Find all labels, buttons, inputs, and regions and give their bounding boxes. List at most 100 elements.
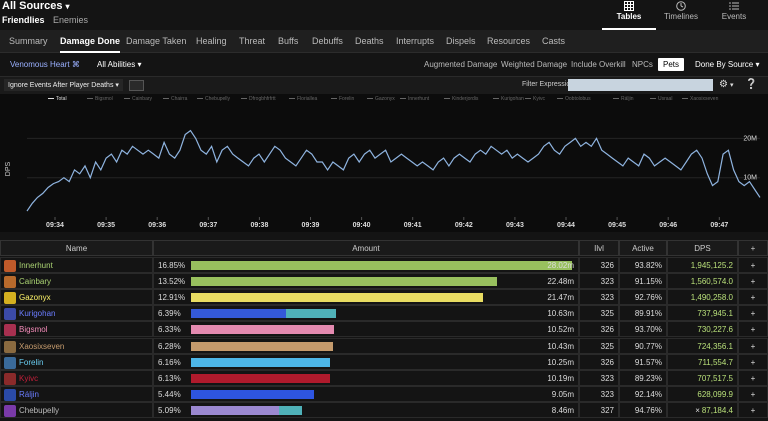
legend-item[interactable]: Ráljin [613, 96, 634, 102]
player-name[interactable]: Forelin [19, 355, 43, 370]
table-row[interactable]: Forelin 6.16% 10.25m 326 91.57% 711,554.7 + [0, 353, 768, 370]
legend-item[interactable]: Gazonyx [367, 96, 395, 102]
legend-item[interactable]: Oobtolobus [557, 96, 591, 102]
expand-button[interactable]: + [738, 385, 768, 402]
legend-item[interactable]: Xaosixseven [682, 96, 718, 102]
table-row[interactable]: Kyivc 6.13% 10.19m 323 89.23% 707,517.5 + [0, 369, 768, 386]
name-cell[interactable]: Cainbary [0, 273, 153, 290]
legend-item[interactable]: Kinderjordis [444, 96, 478, 102]
events-view-button[interactable]: Events [707, 0, 761, 30]
legend-item[interactable]: Cainbary [124, 96, 152, 102]
tab-damage-taken[interactable]: Damage Taken [126, 30, 186, 53]
timelines-view-button[interactable]: Timelines [654, 0, 708, 30]
include-overkill-toggle[interactable]: Include Overkill [571, 60, 626, 69]
source-title[interactable]: All Sources [2, 0, 63, 12]
active-cell: 92.14% [619, 385, 667, 402]
legend-item[interactable]: Usraal [650, 96, 672, 102]
table-row[interactable]: Xaosixseven 6.28% 10.43m 325 90.77% 724,356.1… [0, 337, 768, 354]
source-selector[interactable]: All Sources ▾ [2, 0, 70, 12]
name-cell[interactable]: Forelin [0, 353, 153, 370]
table-row[interactable]: Kurigohan 6.39% 10.63m 325 89.91% 737,945.1 + [0, 305, 768, 322]
col-amount-header[interactable]: Amount [153, 240, 579, 256]
tab-resources[interactable]: Resources [487, 30, 530, 53]
tab-casts[interactable]: Casts [542, 30, 565, 53]
legend-item[interactable]: Innerhunt [400, 96, 429, 102]
col-plus-header[interactable]: + [738, 240, 768, 256]
player-name[interactable]: Innerhunt [19, 258, 53, 273]
expand-button[interactable]: + [738, 305, 768, 322]
ilvl-cell: 326 [579, 321, 619, 338]
player-name[interactable]: Bigsmol [19, 322, 47, 337]
col-dps-header[interactable]: DPS [667, 240, 738, 256]
toggle-box[interactable] [129, 80, 144, 91]
tab-damage-done[interactable]: Damage Done [60, 30, 121, 53]
player-name[interactable]: Ráljin [19, 387, 39, 402]
name-cell[interactable]: Kyivc [0, 369, 153, 386]
tab-healing[interactable]: Healing [196, 30, 227, 53]
expand-button[interactable]: + [738, 289, 768, 306]
col-name-header[interactable]: Name [0, 240, 153, 256]
gear-icon[interactable]: ⚙ [719, 79, 728, 90]
name-cell[interactable]: Innerhunt [0, 257, 153, 273]
expand-button[interactable]: + [738, 401, 768, 418]
friendlies-link[interactable]: Friendlies [2, 15, 45, 25]
name-cell[interactable]: Xaosixseven [0, 337, 153, 354]
player-name[interactable]: Kyivc [19, 371, 38, 386]
legend-item[interactable]: Floriallea [289, 96, 317, 102]
name-cell[interactable]: Ráljin [0, 385, 153, 402]
expand-button[interactable]: + [738, 353, 768, 370]
player-name[interactable]: Chebupelly [19, 403, 59, 418]
name-cell[interactable]: Chebupelly [0, 401, 153, 418]
expand-button[interactable]: + [738, 321, 768, 338]
table-row[interactable]: Bigsmol 6.33% 10.52m 326 93.70% 730,227.6 + [0, 321, 768, 338]
pets-toggle[interactable]: Pets [658, 58, 685, 71]
player-name[interactable]: Xaosixseven [19, 339, 64, 354]
name-cell[interactable]: Gazonyx [0, 289, 153, 306]
tables-view-button[interactable]: Tables [602, 0, 656, 30]
table-row[interactable]: Chebupelly 5.09% 8.46m 327 94.76% × 87,184.4 + [0, 401, 768, 418]
tab-buffs[interactable]: Buffs [278, 30, 298, 53]
col-ilvl-header[interactable]: Ilvl [579, 240, 619, 256]
table-row[interactable]: Ráljin 5.44% 9.05m 323 92.14% 628,099.9 + [0, 385, 768, 402]
weighted-damage-toggle[interactable]: Weighted Damage [501, 60, 567, 69]
expand-button[interactable]: + [738, 337, 768, 354]
table-row[interactable]: Cainbary 13.52% 22.48m 323 91.15% 1,560,574.0… [0, 273, 768, 290]
table-row[interactable]: Gazonyx 12.91% 21.47m 323 92.76% 1,490,258.0 + [0, 289, 768, 306]
legend-item[interactable]: Chairra [163, 96, 187, 102]
expand-button[interactable]: + [738, 369, 768, 386]
player-name[interactable]: Gazonyx [19, 290, 51, 305]
legend-item[interactable]: Bigsmol [87, 96, 113, 102]
table-row[interactable]: Innerhunt 16.85% 28.02m 326 93.82% 1,945,125.… [0, 257, 768, 273]
chevron-down-icon[interactable]: ▾ [66, 2, 70, 11]
help-icon[interactable]: ❔ [745, 79, 757, 90]
filter-expression-input[interactable] [568, 79, 713, 91]
tab-interrupts[interactable]: Interrupts [396, 30, 434, 53]
legend-item[interactable]: Chebupelly [197, 96, 230, 102]
legend-item[interactable]: Kurigohan [493, 96, 524, 102]
tab-deaths[interactable]: Deaths [355, 30, 384, 53]
chevron-down-icon[interactable]: ▾ [730, 81, 734, 89]
name-cell[interactable]: Bigsmol [0, 321, 153, 338]
player-name[interactable]: Kurigohan [19, 306, 55, 321]
npcs-toggle[interactable]: NPCs [632, 60, 653, 69]
augmented-damage-toggle[interactable]: Augmented Damage [424, 60, 497, 69]
tab-summary[interactable]: Summary [9, 30, 48, 53]
ignore-deaths-dropdown[interactable]: Ignore Events After Player Deaths ▾ [4, 79, 123, 91]
legend-item[interactable]: Forelin [331, 96, 354, 102]
expand-button[interactable]: + [738, 273, 768, 290]
enemies-link[interactable]: Enemies [53, 15, 88, 25]
source-filter-dropdown[interactable]: Venomous Heart ⌘ [10, 60, 80, 69]
legend-swatch [241, 98, 247, 100]
legend-item[interactable]: Total [48, 96, 67, 102]
legend-item[interactable]: Kyivc [525, 96, 545, 102]
tab-debuffs[interactable]: Debuffs [312, 30, 343, 53]
abilities-dropdown[interactable]: All Abilities ▾ [97, 60, 142, 69]
name-cell[interactable]: Kurigohan [0, 305, 153, 322]
legend-item[interactable]: Dfrogbhfrfrtt [241, 96, 276, 102]
done-by-dropdown[interactable]: Done By Source ▾ [695, 60, 760, 69]
tab-dispels[interactable]: Dispels [446, 30, 476, 53]
player-name[interactable]: Cainbary [19, 274, 51, 289]
tab-threat[interactable]: Threat [239, 30, 265, 53]
col-active-header[interactable]: Active [619, 240, 667, 256]
expand-button[interactable]: + [738, 257, 768, 273]
